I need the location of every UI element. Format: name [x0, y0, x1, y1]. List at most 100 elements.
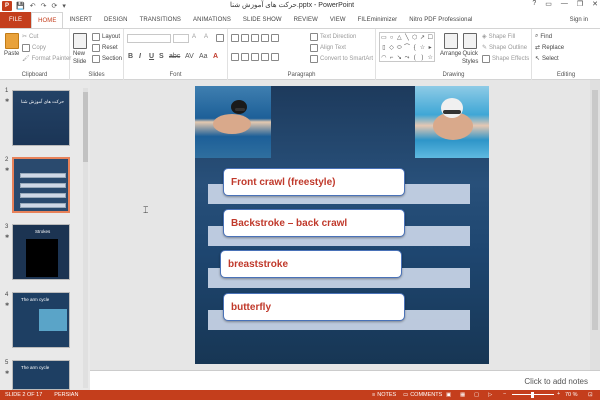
character-spacing-button[interactable]: AV	[185, 53, 194, 60]
connector-shape-icon[interactable]: ⌐	[388, 53, 396, 63]
left-paren-shape-icon[interactable]: (	[411, 53, 419, 63]
layout-button[interactable]: Layout	[92, 33, 120, 41]
tab-review[interactable]: REVIEW	[288, 12, 324, 28]
thumbnails-scrollbar[interactable]	[83, 88, 88, 388]
curved-arrow-shape-icon[interactable]: ⤳	[403, 53, 411, 63]
text-direction-button[interactable]: Text Direction	[310, 33, 356, 41]
stroke-box-front-crawl[interactable]: Front crawl (freestyle)	[223, 168, 405, 196]
grow-font-button[interactable]: A	[192, 34, 196, 40]
view-normal-button[interactable]: ▣	[446, 392, 451, 398]
stroke-box-breaststroke[interactable]: breaststroke	[220, 250, 402, 278]
tab-animations[interactable]: ANIMATIONS	[187, 12, 237, 28]
tab-home[interactable]: HOME	[31, 12, 64, 28]
new-slide-button[interactable]: New Slide	[73, 33, 87, 65]
tab-fileminimizer[interactable]: FILEminimizer	[352, 12, 404, 28]
notes-pane[interactable]: Click to add notes	[90, 370, 600, 390]
italic-button[interactable]: I	[139, 53, 141, 60]
comments-toggle[interactable]: ▭ COMMENTS	[403, 392, 442, 398]
diamond-shape-icon[interactable]: ◇	[388, 43, 396, 53]
line-shape-icon[interactable]: ╲	[403, 33, 411, 43]
slide-thumbnail-3[interactable]: Strokes	[12, 224, 70, 280]
swimmer-photo-left[interactable]	[195, 86, 271, 158]
arrow-shape-icon[interactable]: ↗	[419, 33, 427, 43]
language-indicator[interactable]: PERSIAN	[54, 392, 78, 398]
slide-thumbnail-5[interactable]: The arm cycle	[12, 360, 70, 390]
slide-thumbnail-2[interactable]	[12, 157, 70, 213]
shrink-font-button[interactable]: A	[204, 34, 208, 40]
format-painter-button[interactable]: 🖌 Format Painter	[22, 55, 71, 63]
restore-button[interactable]: ❐	[577, 0, 583, 8]
tab-view[interactable]: VIEW	[324, 12, 352, 28]
help-button[interactable]: ?	[532, 0, 536, 8]
underline-button[interactable]: U	[149, 53, 154, 60]
oval-shape-icon[interactable]: ○	[388, 33, 396, 43]
reset-button[interactable]: Reset	[92, 44, 118, 52]
arc-shape-icon[interactable]: ⌒	[403, 43, 411, 53]
rounded-rect-shape-icon[interactable]: ▯	[380, 43, 388, 53]
arrange-button[interactable]: Arrange	[440, 33, 461, 57]
brace-shape-icon[interactable]: {	[411, 43, 419, 53]
zoom-out-button[interactable]: −	[503, 391, 506, 397]
zoom-in-button[interactable]: +	[557, 391, 560, 397]
repeat-icon[interactable]: ⟳	[51, 2, 57, 10]
textbox-shape-icon[interactable]: ☐	[426, 33, 434, 43]
view-slideshow-button[interactable]: ▷	[488, 392, 492, 398]
zoom-level[interactable]: 70 %	[565, 392, 578, 398]
tab-design[interactable]: DESIGN	[98, 12, 134, 28]
tab-transitions[interactable]: TRANSITIONS	[134, 12, 187, 28]
strikethrough-button[interactable]: abc	[169, 53, 180, 60]
list-buttons[interactable]	[231, 34, 279, 42]
tab-file[interactable]: FILE	[0, 12, 32, 28]
notes-toggle[interactable]: ≡ NOTES	[372, 392, 396, 398]
hexagon-shape-icon[interactable]: ⬡	[411, 33, 419, 43]
font-color-button[interactable]: A	[213, 53, 218, 60]
chevron-shape-icon[interactable]: ▸	[426, 43, 434, 53]
select-button[interactable]: ↖ Select	[535, 55, 559, 63]
ellipse-shape-icon[interactable]: ⬭	[395, 43, 403, 53]
customize-qat-icon[interactable]: ▾	[62, 2, 66, 10]
alignment-buttons[interactable]	[231, 53, 279, 61]
convert-smartart-button[interactable]: Convert to SmartArt	[310, 55, 373, 63]
view-reading-button[interactable]: ▢	[474, 392, 479, 398]
bold-button[interactable]: B	[128, 53, 133, 60]
stroke-box-backstroke[interactable]: Backstroke – back crawl	[223, 209, 405, 237]
tab-slide-show[interactable]: SLIDE SHOW	[237, 12, 288, 28]
right-paren-shape-icon[interactable]: )	[419, 53, 427, 63]
sign-in-link[interactable]: Sign in	[570, 17, 588, 23]
slide-thumbnail-1[interactable]: حرکت های آموزش شنا	[12, 90, 70, 146]
paste-button[interactable]: Paste	[4, 33, 19, 57]
find-button[interactable]: ⌕ Find	[535, 33, 552, 40]
stroke-box-butterfly[interactable]: butterfly	[223, 293, 405, 321]
rectangle-shape-icon[interactable]: ▭	[380, 33, 388, 43]
ribbon-display-options-button[interactable]: ▭	[545, 0, 552, 8]
shapes-gallery[interactable]: ▭ ○ △ ╲ ⬡ ↗ ☐ ▯ ◇ ⬭ ⌒ { ☆ ▸ ◠ ⌐ ↘ ⤳ ( ) …	[379, 32, 435, 62]
change-case-button[interactable]: Aa	[199, 53, 208, 60]
shape-outline-button[interactable]: ✎ Shape Outline	[482, 44, 527, 52]
save-icon[interactable]: 💾	[16, 2, 25, 10]
triangle-shape-icon[interactable]: △	[395, 33, 403, 43]
minimize-button[interactable]: —	[561, 0, 568, 8]
font-name-dropdown[interactable]	[127, 34, 171, 43]
tab-nitro-pdf[interactable]: Nitro PDF Professional	[403, 12, 478, 28]
powerpoint-app-icon[interactable]: P	[2, 1, 12, 11]
swimmer-photo-right[interactable]	[415, 86, 489, 158]
fit-to-window-icon[interactable]: ⊡	[588, 392, 593, 398]
font-size-dropdown[interactable]	[173, 34, 189, 43]
zoom-slider-knob[interactable]	[531, 392, 534, 398]
curve-shape-icon[interactable]: ◠	[380, 53, 388, 63]
redo-icon[interactable]: ↷	[41, 2, 47, 10]
undo-icon[interactable]: ↶	[30, 2, 36, 10]
replace-button[interactable]: ⇄ Replace	[535, 44, 564, 52]
quick-styles-button[interactable]: Quick Styles	[462, 33, 478, 65]
copy-button[interactable]: Copy	[22, 44, 46, 52]
scrollbar-handle[interactable]	[592, 90, 598, 330]
close-button[interactable]: ✕	[592, 0, 598, 8]
view-sorter-button[interactable]: ▦	[460, 392, 465, 398]
star-shape-icon[interactable]: ☆	[419, 43, 427, 53]
clear-formatting-button[interactable]	[216, 34, 224, 42]
current-slide[interactable]: Front crawl (freestyle) Backstroke – bac…	[195, 86, 489, 364]
shape-effects-button[interactable]: Shape Effects	[482, 55, 529, 63]
tab-insert[interactable]: INSERT	[63, 12, 98, 28]
editor-scrollbar[interactable]	[590, 80, 600, 370]
star-outline-shape-icon[interactable]: ☆	[426, 53, 434, 63]
